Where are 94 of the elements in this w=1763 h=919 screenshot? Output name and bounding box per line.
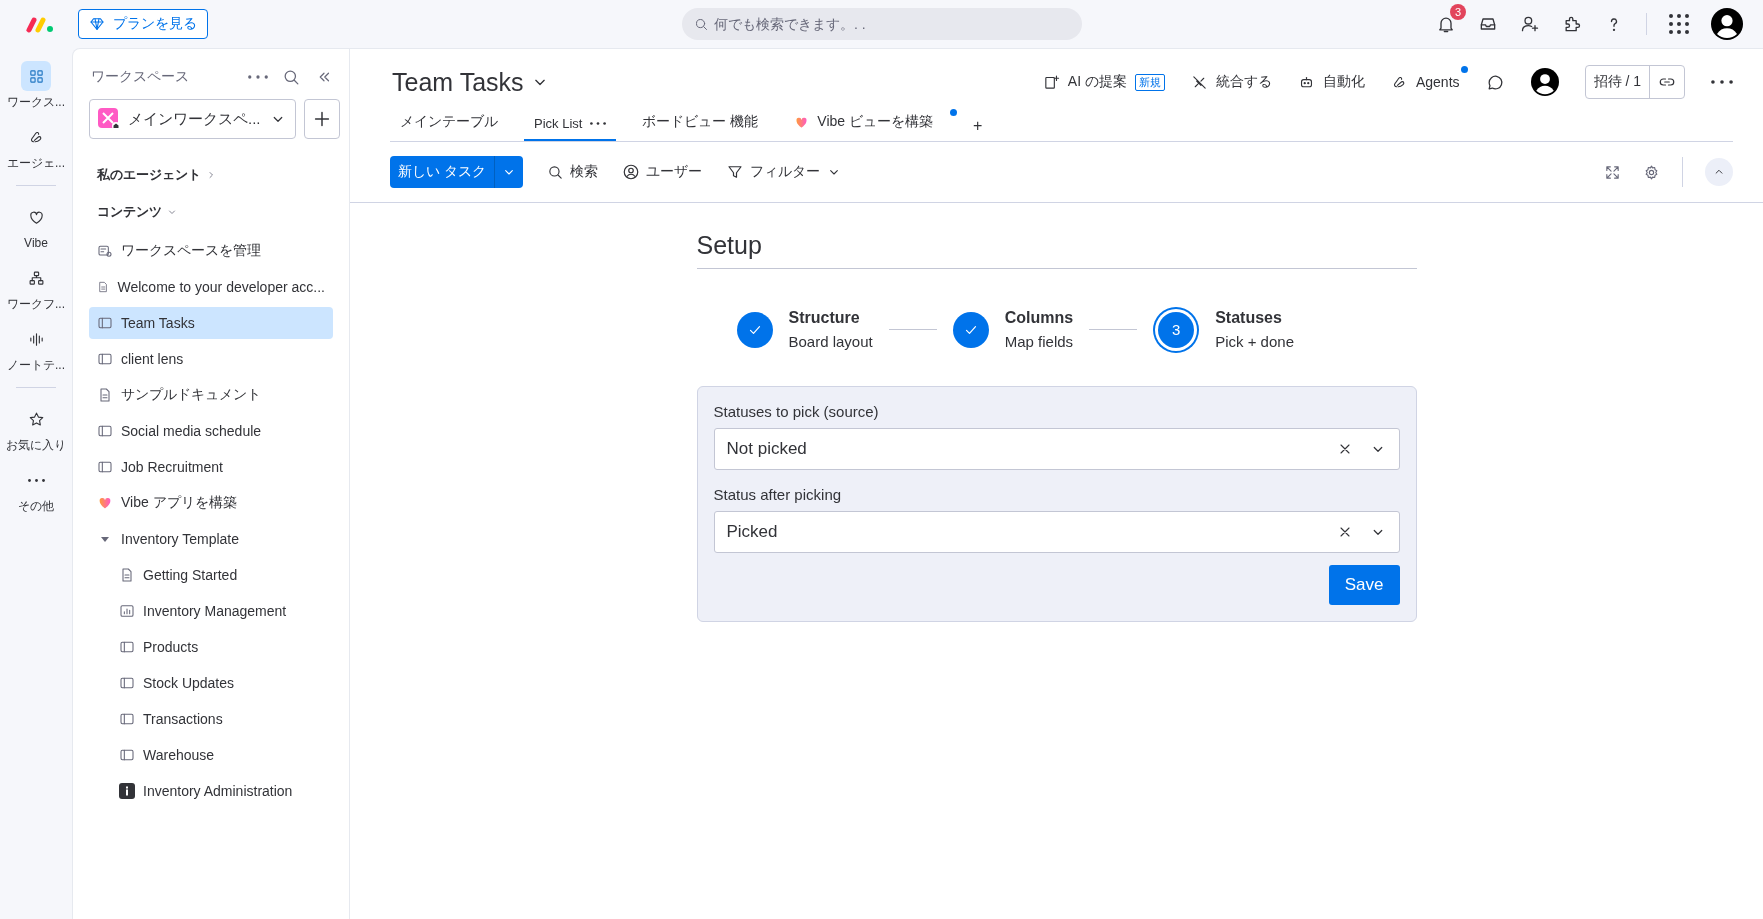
step-subtitle: Pick + done	[1215, 333, 1294, 350]
person-filter-button[interactable]: ユーザー	[621, 163, 702, 181]
toolbar-action[interactable]: 統合する	[1190, 73, 1272, 91]
manage-icon	[97, 243, 113, 259]
setup-title: Setup	[696, 231, 1417, 269]
settings-icon[interactable]	[1643, 163, 1660, 181]
document-icon	[119, 567, 135, 583]
rail-item[interactable]: Vibe	[0, 198, 72, 259]
workspace-dropdown[interactable]: メインワークスペ...	[89, 99, 296, 139]
new-badge: 新規	[1134, 73, 1165, 91]
workflow-icon	[27, 269, 45, 287]
more-icon[interactable]	[248, 75, 268, 79]
sidebar-item[interactable]: Vibe アプリを構築	[89, 487, 333, 519]
board-icon	[119, 639, 135, 655]
diamond-icon	[89, 16, 105, 32]
section-header[interactable]: コンテンツ	[89, 198, 333, 226]
rail-item[interactable]: その他	[0, 461, 72, 522]
rail-item[interactable]: ノートテ...	[0, 320, 72, 381]
rail-item[interactable]: お気に入り	[0, 400, 72, 461]
rail-item[interactable]: エージェ...	[0, 118, 72, 179]
document-icon	[97, 279, 110, 295]
toolbar-action[interactable]: AI の提案 新規	[1042, 73, 1165, 91]
step-subtitle: Map fields	[1004, 333, 1074, 350]
search-icon	[694, 17, 709, 32]
sidebar-item[interactable]: Social media schedule	[89, 415, 333, 447]
info-app-icon	[119, 783, 135, 799]
more-icon	[590, 122, 607, 125]
workspace-avatar-icon	[98, 108, 120, 130]
filter-icon	[725, 163, 744, 181]
apps-grid-icon[interactable]	[1669, 14, 1689, 34]
sidebar-item[interactable]: client lens	[89, 343, 333, 375]
toolbar-action[interactable]: 自動化	[1297, 73, 1365, 91]
save-button[interactable]: Save	[1328, 565, 1400, 605]
search-icon	[546, 163, 564, 181]
field-label: Statuses to pick (source)	[713, 403, 880, 420]
view-tab[interactable]: メインテーブル	[390, 113, 508, 141]
search-button[interactable]: 検索	[546, 163, 598, 181]
sidebar-item[interactable]: Inventory Template	[89, 523, 333, 555]
sidebar-item[interactable]: Welcome to your developer acc...	[89, 271, 333, 303]
board-icon	[97, 351, 113, 367]
sound-wave-icon	[27, 330, 45, 348]
filter-button[interactable]: フィルター	[725, 163, 842, 181]
board-icon	[119, 675, 135, 691]
sidebar-title: ワークスペース	[91, 68, 189, 86]
sidebar-item[interactable]: Transactions	[111, 703, 333, 735]
step-title: Columns	[1004, 309, 1074, 327]
heart-icon	[27, 208, 45, 226]
avatar-icon[interactable]	[1530, 68, 1559, 96]
sidebar-item[interactable]: Job Recruitment	[89, 451, 333, 483]
star-icon	[27, 410, 45, 428]
step-title: Structure	[788, 309, 861, 327]
board-icon	[97, 423, 113, 439]
chart-icon	[119, 603, 135, 619]
board-icon	[119, 711, 135, 727]
status-dropdown[interactable]: Not picked	[713, 428, 1400, 470]
sidebar-item[interactable]: Inventory Administration	[111, 775, 333, 807]
status-dropdown[interactable]: Picked	[713, 511, 1400, 553]
avatar-icon[interactable]	[1711, 8, 1743, 40]
fullscreen-icon[interactable]	[1604, 163, 1621, 181]
notification-badge: 3	[1450, 4, 1466, 20]
rail-item[interactable]: ワークス...	[0, 57, 72, 118]
more-icon	[27, 478, 45, 482]
search-field[interactable]: 何でも検索できます。. .	[682, 8, 1082, 40]
invite-person-icon[interactable]	[1520, 14, 1540, 34]
board-title[interactable]: Team Tasks	[392, 67, 550, 97]
view-tab[interactable]: Vibe ビューを構築	[784, 113, 943, 141]
more-icon[interactable]	[1711, 80, 1733, 84]
board-icon	[119, 747, 135, 763]
step-title: Statuses	[1215, 309, 1283, 327]
add-button[interactable]	[303, 99, 340, 139]
sidebar-item[interactable]: Getting Started	[111, 559, 333, 591]
sidebar-item[interactable]: Stock Updates	[111, 667, 333, 699]
board-icon	[97, 315, 113, 331]
step-subtitle: Board layout	[788, 333, 873, 350]
sidebar-item[interactable]: Inventory Management	[111, 595, 333, 627]
heart-icon	[97, 495, 113, 511]
sidebar-item[interactable]: サンプルドキュメント	[89, 379, 333, 411]
logo-icon[interactable]	[26, 14, 56, 34]
person-icon	[621, 163, 640, 181]
view-tab[interactable]: Pick List	[524, 116, 617, 141]
workspace-grid-icon	[27, 67, 45, 85]
add-view-button[interactable]: +	[958, 117, 987, 141]
section-header[interactable]: 私のエージェント	[89, 161, 333, 189]
sidebar-item[interactable]: ワークスペースを管理	[89, 235, 333, 267]
sidebar-item[interactable]: Products	[111, 631, 333, 663]
sidebar-item[interactable]: Warehouse	[111, 739, 333, 771]
plans-button[interactable]: プランを見る	[78, 9, 208, 39]
field-label: Status after picking	[713, 486, 843, 503]
document-icon	[97, 387, 113, 403]
toolbar-action[interactable]: Agents	[1390, 73, 1460, 91]
view-tab[interactable]: ボードビュー 機能	[632, 113, 769, 141]
sidebar-item[interactable]: Team Tasks	[89, 307, 333, 339]
rail-item[interactable]: ワークフ...	[0, 259, 72, 320]
board-icon	[97, 459, 113, 475]
